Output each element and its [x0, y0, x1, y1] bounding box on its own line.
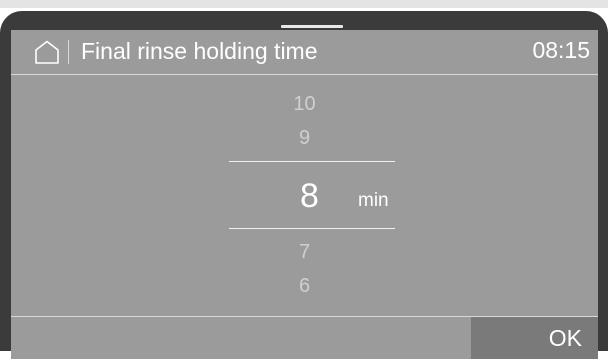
- clock-display: 08:15: [532, 37, 590, 63]
- page-title: Final rinse holding time: [81, 38, 318, 64]
- time-picker[interactable]: 10 9 8 min 7 6: [11, 75, 598, 316]
- footer-bar: OK: [11, 316, 598, 359]
- selection-line-bottom: [229, 228, 395, 229]
- header-divider: [68, 40, 69, 64]
- pull-down-handle[interactable]: [281, 25, 343, 28]
- ok-button-label: OK: [548, 325, 582, 351]
- header-bar: Final rinse holding time 08:15: [11, 30, 598, 75]
- picker-option[interactable]: 6: [11, 275, 598, 298]
- display-screen: Final rinse holding time 08:15 10 9 8 mi…: [11, 30, 598, 359]
- home-button[interactable]: [11, 30, 67, 74]
- picker-selected-value[interactable]: 8: [300, 177, 319, 216]
- picker-option[interactable]: 10: [11, 93, 598, 116]
- home-icon: [35, 40, 59, 64]
- picker-unit-label: min: [358, 190, 389, 211]
- picker-option[interactable]: 9: [11, 127, 598, 150]
- device-bezel: Final rinse holding time 08:15 10 9 8 mi…: [0, 11, 608, 359]
- top-strip: [0, 0, 608, 8]
- picker-option[interactable]: 7: [11, 241, 598, 264]
- selection-line-top: [229, 161, 395, 162]
- ok-button[interactable]: OK: [471, 317, 598, 359]
